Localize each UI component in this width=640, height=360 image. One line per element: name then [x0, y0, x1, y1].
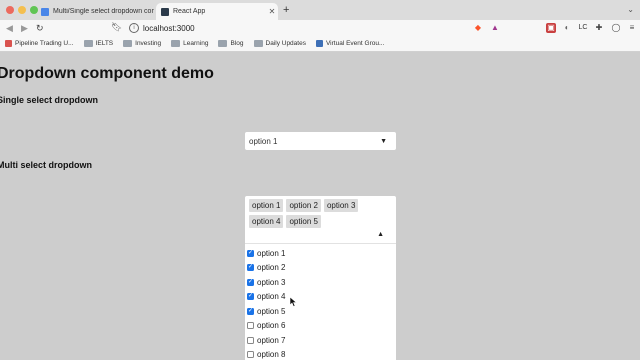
- folder-icon: [83, 40, 93, 47]
- multi-select-options-list: ✓ option 1 ✓ option 2 ✓ option 3 ✓ optio…: [245, 244, 396, 360]
- browser-tabstrip: Multi/Single select dropdown comp React …: [0, 0, 640, 20]
- url-text: localhost:3000: [143, 23, 195, 33]
- option-item[interactable]: ✓ option 2: [247, 263, 285, 272]
- bookmark-label: IELTS: [95, 40, 114, 47]
- checkbox-checked-icon[interactable]: ✓: [247, 279, 254, 286]
- page-content: Dropdown component demo Single select dr…: [0, 53, 640, 360]
- extension-lc-icon[interactable]: LC: [578, 23, 588, 33]
- selected-chip[interactable]: option 5: [286, 215, 321, 228]
- folder-icon: [171, 40, 181, 47]
- option-label: option 1: [257, 249, 286, 258]
- single-select-heading: Single select dropdown: [0, 95, 99, 105]
- selected-chips: option 1 option 2 option 3 option 4 opti…: [249, 199, 379, 231]
- bookmark-pipeline-trading[interactable]: Pipeline Trading U...: [5, 40, 74, 47]
- page-title: Dropdown component demo: [0, 65, 214, 82]
- forward-arrow-icon[interactable]: ▶: [21, 22, 28, 34]
- bookmark-label: Investing: [135, 40, 162, 47]
- selected-chip[interactable]: option 3: [323, 199, 359, 212]
- minimize-window-button[interactable]: [18, 6, 26, 14]
- single-select-value: option 1: [249, 136, 278, 146]
- caret-up-icon[interactable]: ▲: [377, 231, 384, 238]
- option-item[interactable]: option 8: [247, 350, 285, 359]
- brave-shields-icon[interactable]: ◆: [473, 23, 483, 33]
- bookmark-learning[interactable]: Learning: [171, 40, 208, 47]
- reload-icon[interactable]: ↻: [36, 22, 44, 34]
- bookmark-virtual-event[interactable]: Virtual Event Grou...: [315, 40, 385, 47]
- browser-menu-icon[interactable]: ≡: [627, 23, 637, 33]
- brave-rewards-icon[interactable]: ▲: [490, 23, 500, 33]
- back-arrow-icon[interactable]: ◀: [6, 22, 13, 34]
- pipeline-favicon-icon: [5, 40, 12, 47]
- bookmarks-bar: Pipeline Trading U... IELTS Investing Le…: [0, 36, 640, 52]
- tab-search-chevron-icon[interactable]: ⌄: [627, 5, 634, 14]
- browser-toolbar: ◀ ▶ ↻ 🔖︎ i localhost:3000 ◆ ▲ ▣ ◐ LC ✚ ◯…: [0, 20, 640, 36]
- new-tab-button[interactable]: +: [283, 4, 289, 16]
- option-item[interactable]: option 6: [247, 321, 285, 330]
- folder-icon: [218, 40, 228, 47]
- profile-icon[interactable]: ◯: [611, 23, 621, 33]
- site-info-icon[interactable]: i: [129, 23, 139, 33]
- checkbox-checked-icon[interactable]: ✓: [247, 264, 254, 271]
- option-label: option 6: [257, 321, 286, 330]
- bookmark-page-icon[interactable]: 🔖︎: [111, 22, 122, 33]
- option-item[interactable]: ✓ option 3: [247, 278, 285, 287]
- option-item[interactable]: ✓ option 4: [247, 292, 285, 301]
- option-item[interactable]: ✓ option 5: [247, 307, 285, 316]
- bookmark-label: Virtual Event Grou...: [325, 40, 385, 47]
- address-bar[interactable]: i localhost:3000: [123, 21, 468, 35]
- bookmark-label: Learning: [183, 40, 209, 47]
- checkbox-unchecked-icon[interactable]: [247, 351, 254, 358]
- tab-title: Multi/Single select dropdown comp: [53, 8, 154, 15]
- checkbox-unchecked-icon[interactable]: [247, 322, 254, 329]
- checkbox-checked-icon[interactable]: ✓: [247, 308, 254, 315]
- virtual-event-favicon-icon: [315, 40, 323, 47]
- selected-chip[interactable]: option 4: [249, 215, 284, 228]
- bookmark-label: Pipeline Trading U...: [15, 40, 74, 47]
- tab-react-app[interactable]: React App ✕: [156, 3, 278, 20]
- extension-disguise-icon[interactable]: ◐: [562, 23, 572, 33]
- extensions-puzzle-icon[interactable]: ✚: [594, 23, 604, 33]
- single-select-dropdown[interactable]: option 1 ▼: [245, 132, 396, 150]
- multi-select-heading: Multi select dropdown: [0, 160, 93, 170]
- checkbox-checked-icon[interactable]: ✓: [247, 250, 254, 257]
- tab-close-icon[interactable]: ✕: [266, 7, 278, 16]
- option-label: option 8: [257, 350, 286, 359]
- document-favicon-icon: [41, 7, 49, 16]
- selected-chip[interactable]: option 1: [249, 199, 284, 212]
- option-item[interactable]: ✓ option 1: [247, 249, 285, 258]
- tab-multi-single-select[interactable]: Multi/Single select dropdown comp: [36, 3, 154, 20]
- option-item[interactable]: option 7: [247, 336, 285, 345]
- caret-down-icon: ▼: [380, 137, 387, 145]
- bookmark-label: Daily Updates: [265, 40, 306, 47]
- multi-select-dropdown[interactable]: option 1 option 2 option 3 option 4 opti…: [245, 196, 396, 244]
- close-window-button[interactable]: [6, 6, 14, 14]
- extension-red-icon[interactable]: ▣: [546, 23, 556, 33]
- option-label: option 4: [257, 292, 286, 301]
- bookmark-blog[interactable]: Blog: [218, 40, 244, 47]
- option-label: option 3: [257, 278, 286, 287]
- mouse-pointer-icon: [290, 297, 298, 307]
- bookmark-investing[interactable]: Investing: [123, 40, 161, 47]
- option-label: option 2: [257, 263, 286, 272]
- react-favicon-icon: [161, 7, 169, 16]
- bookmark-ielts[interactable]: IELTS: [83, 40, 114, 47]
- checkbox-checked-icon[interactable]: ✓: [247, 293, 254, 300]
- bookmark-label: Blog: [230, 40, 244, 47]
- option-label: option 5: [257, 307, 286, 316]
- selected-chip[interactable]: option 2: [286, 199, 321, 212]
- folder-icon: [253, 40, 263, 47]
- checkbox-unchecked-icon[interactable]: [247, 337, 254, 344]
- option-label: option 7: [257, 336, 286, 345]
- bookmark-daily-updates[interactable]: Daily Updates: [253, 40, 306, 47]
- folder-icon: [123, 40, 133, 47]
- tab-title: React App: [173, 8, 206, 15]
